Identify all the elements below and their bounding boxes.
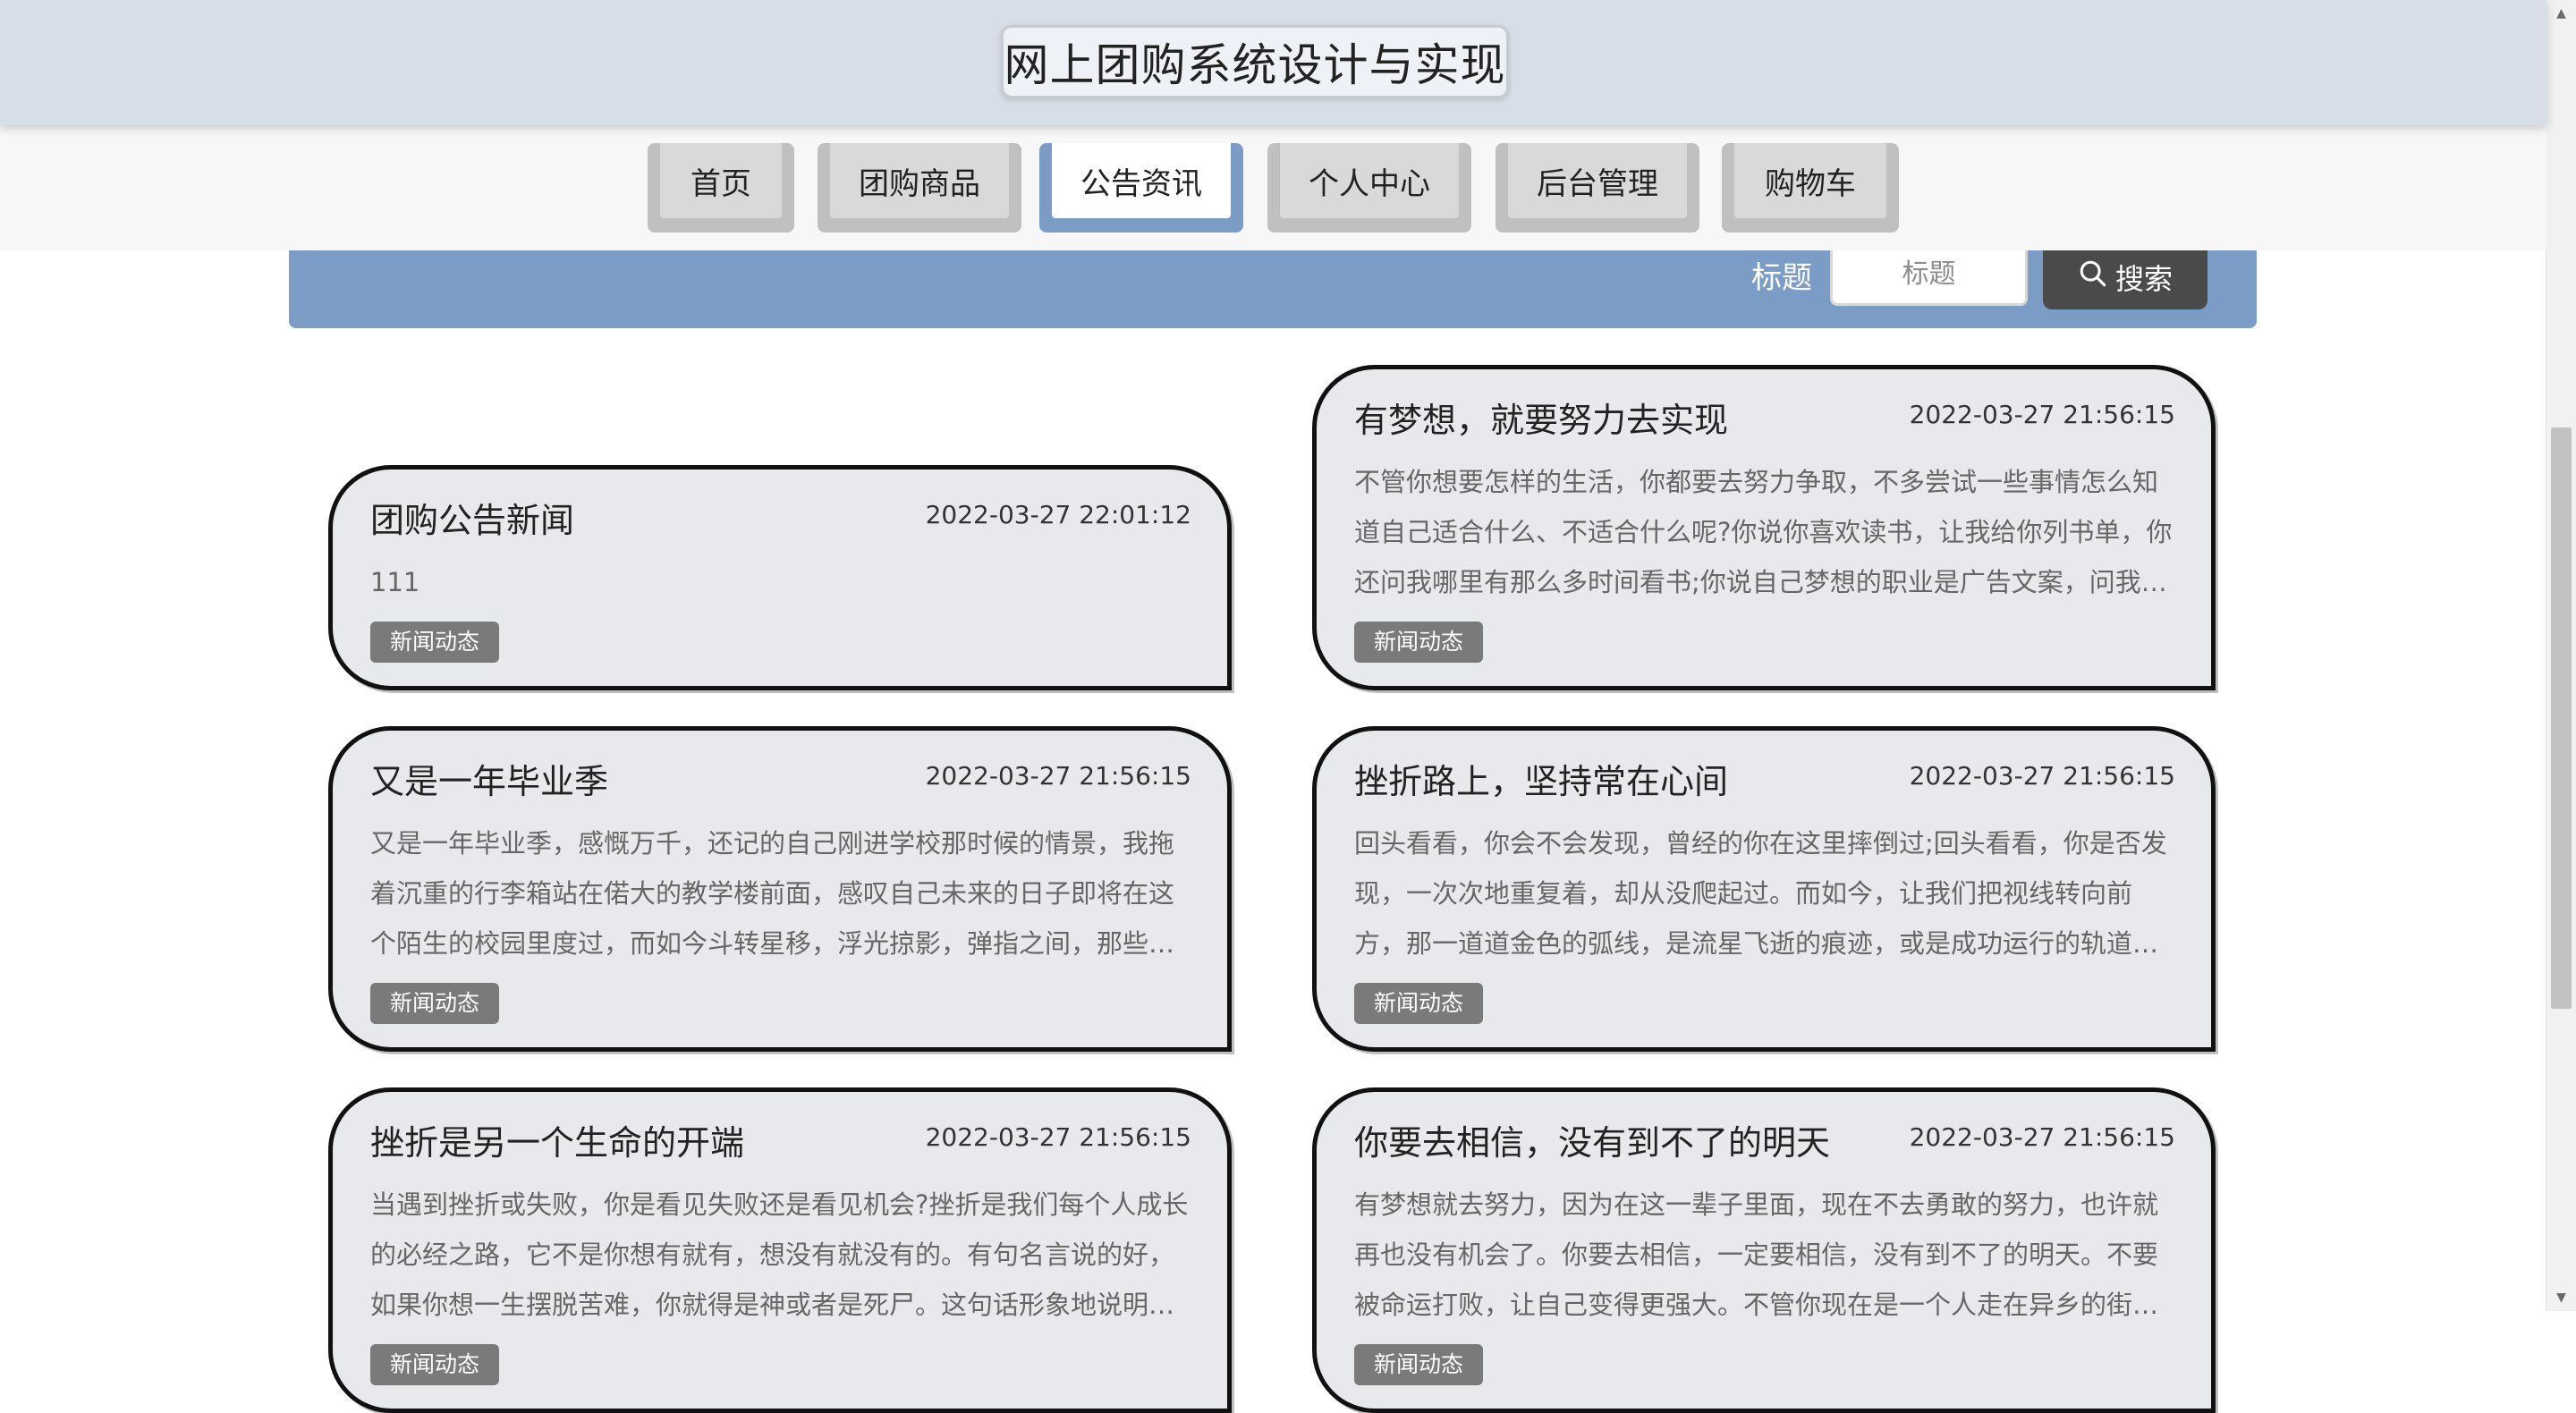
nav-item-label: 购物车 xyxy=(1734,143,1886,218)
news-tag[interactable]: 新闻动态 xyxy=(1354,622,1484,663)
news-title: 又是一年毕业季 xyxy=(370,762,609,801)
news-time: 2022-03-27 21:56:15 xyxy=(1909,400,2175,429)
nav-item-profile[interactable]: 个人中心 xyxy=(1267,143,1471,233)
news-content: 回头看看，你会不会发现，曾经的你在这里摔倒过;回头看看，你是否发现，一次次地重复… xyxy=(1354,828,2167,959)
news-time: 2022-03-27 21:56:15 xyxy=(925,761,1191,791)
nav-item-products[interactable]: 团购商品 xyxy=(818,143,1021,233)
news-content: 当遇到挫折或失败，你是看见失败还是看见机会?挫折是我们每个人成长的必经之路，它不… xyxy=(370,1189,1189,1320)
news-time: 2022-03-27 21:56:15 xyxy=(1909,1122,2175,1152)
search-button[interactable]: 搜索 xyxy=(2043,245,2207,309)
news-card[interactable]: 团购公告新闻 2022-03-27 22:01:12 111 新闻动态 xyxy=(328,465,1232,690)
site-header: 网上团购系统设计与实现 xyxy=(0,0,2546,125)
search-input[interactable] xyxy=(1830,245,2028,306)
nav-item-admin[interactable]: 后台管理 xyxy=(1496,143,1699,233)
nav-item-label: 公告资讯 xyxy=(1052,143,1231,218)
search-bar: 标题 搜索 xyxy=(289,245,2257,328)
news-time: 2022-03-27 21:56:15 xyxy=(1909,761,2175,791)
news-card[interactable]: 又是一年毕业季 2022-03-27 21:56:15 又是一年毕业季，感慨万千… xyxy=(328,726,1232,1052)
page-scrollbar[interactable]: ▲ ▼ xyxy=(2546,0,2576,1311)
news-tag[interactable]: 新闻动态 xyxy=(370,1344,500,1385)
news-title: 挫折路上，坚持常在心间 xyxy=(1354,762,1729,801)
nav-item-home[interactable]: 首页 xyxy=(648,143,794,233)
news-time: 2022-03-27 21:56:15 xyxy=(925,1122,1191,1152)
nav-item-label: 团购商品 xyxy=(830,143,1009,218)
news-tag[interactable]: 新闻动态 xyxy=(1354,1344,1484,1385)
nav-item-cart[interactable]: 购物车 xyxy=(1722,143,1899,233)
search-button-label: 搜索 xyxy=(2114,262,2173,296)
news-card[interactable]: 有梦想，就要努力去实现 2022-03-27 21:56:15 不管你想要怎样的… xyxy=(1312,365,2216,690)
nav-item-news[interactable]: 公告资讯 xyxy=(1039,143,1243,233)
news-tag[interactable]: 新闻动态 xyxy=(370,983,500,1024)
news-card[interactable]: 挫折路上，坚持常在心间 2022-03-27 21:56:15 回头看看，你会不… xyxy=(1312,726,2216,1052)
scrollbar-thumb[interactable] xyxy=(2551,427,2572,1009)
news-content: 111 xyxy=(370,567,420,597)
news-card[interactable]: 你要去相信，没有到不了的明天 2022-03-27 21:56:15 有梦想就去… xyxy=(1312,1087,2216,1413)
news-title: 团购公告新闻 xyxy=(370,501,575,540)
site-title: 网上团购系统设计与实现 xyxy=(1001,25,1509,98)
news-content: 又是一年毕业季，感慨万千，还记的自己刚进学校那时候的情景，我拖着沉重的行李箱站在… xyxy=(370,828,1175,959)
news-time: 2022-03-27 22:01:12 xyxy=(925,500,1191,529)
news-content: 不管你想要怎样的生活，你都要去努力争取，不多尝试一些事情怎么知道自己适合什么、不… xyxy=(1354,467,2173,597)
nav-item-label: 后台管理 xyxy=(1508,143,1687,218)
nav-item-label: 个人中心 xyxy=(1280,143,1459,218)
search-label: 标题 xyxy=(1751,260,1812,296)
news-tag[interactable]: 新闻动态 xyxy=(370,622,500,663)
news-tag[interactable]: 新闻动态 xyxy=(1354,983,1484,1024)
nav-item-label: 首页 xyxy=(660,143,782,218)
search-icon xyxy=(2078,258,2108,296)
scroll-up-icon[interactable]: ▲ xyxy=(2546,0,2576,27)
news-title: 你要去相信，没有到不了的明天 xyxy=(1354,1123,1831,1163)
news-title: 挫折是另一个生命的开端 xyxy=(370,1123,745,1163)
news-title: 有梦想，就要努力去实现 xyxy=(1354,401,1729,440)
news-card[interactable]: 挫折是另一个生命的开端 2022-03-27 21:56:15 当遇到挫折或失败… xyxy=(328,1087,1232,1413)
news-content: 有梦想就去努力，因为在这一辈子里面，现在不去勇敢的努力，也许就再也没有机会了。你… xyxy=(1354,1189,2159,1320)
scroll-down-icon[interactable]: ▼ xyxy=(2546,1284,2576,1311)
main-nav: 首页 团购商品 公告资讯 个人中心 后台管理 购物车 xyxy=(0,125,2546,250)
